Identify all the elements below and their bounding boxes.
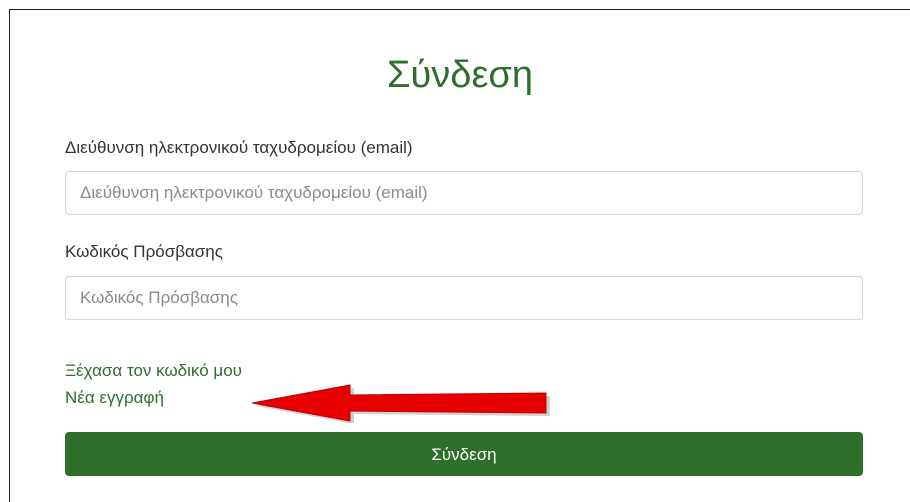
register-link[interactable]: Νέα εγγραφή: [65, 388, 164, 408]
login-button[interactable]: Σύνδεση: [65, 432, 863, 476]
email-field[interactable]: [65, 171, 863, 215]
password-field[interactable]: [65, 276, 863, 320]
password-label: Κωδικός Πρόσβασης: [65, 242, 223, 261]
forgot-password-link[interactable]: Ξέχασα τον κωδικό μου: [65, 361, 242, 381]
arrow-left-icon: [251, 384, 550, 423]
email-label: Διεύθυνση ηλεκτρονικού ταχυδρομείου (ema…: [65, 138, 413, 157]
page-title: Σύνδεση: [387, 54, 533, 96]
